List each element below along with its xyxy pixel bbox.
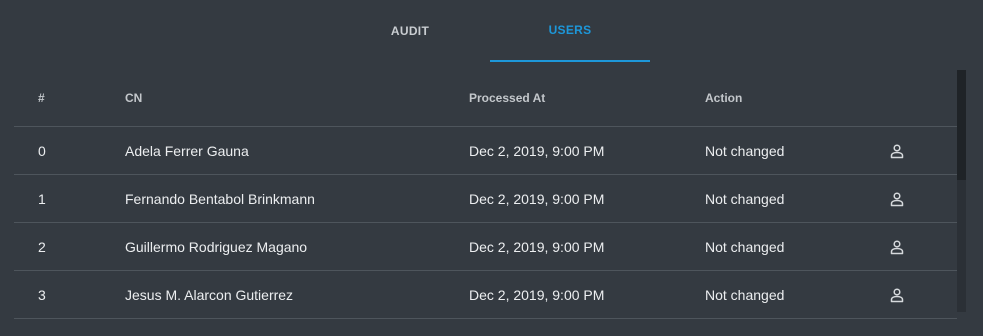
person-icon[interactable] (885, 139, 909, 163)
row-processed-at: Dec 2, 2019, 9:00 PM (469, 174, 705, 223)
tab-audit[interactable]: AUDIT (330, 0, 490, 62)
table-row[interactable]: 0 Adela Ferrer Gauna Dec 2, 2019, 9:00 P… (14, 126, 957, 175)
row-processed-at: Dec 2, 2019, 9:00 PM (469, 126, 705, 175)
row-index: 3 (14, 270, 125, 319)
users-table-container: # CN Processed At Action 0 Adela Ferrer … (14, 70, 957, 336)
column-header-icon (885, 70, 957, 127)
users-table: # CN Processed At Action 0 Adela Ferrer … (14, 70, 957, 319)
row-action: Not changed (705, 174, 885, 223)
vertical-scrollbar[interactable] (957, 70, 966, 312)
table-header-row: # CN Processed At Action (14, 70, 957, 127)
column-header-action[interactable]: Action (705, 70, 885, 127)
row-processed-at: Dec 2, 2019, 9:00 PM (469, 270, 705, 319)
column-header-index[interactable]: # (14, 70, 125, 127)
row-processed-at: Dec 2, 2019, 9:00 PM (469, 222, 705, 271)
person-icon[interactable] (885, 283, 909, 307)
tab-bar: AUDIT USERS (330, 0, 650, 62)
table-row[interactable]: 2 Guillermo Rodriguez Magano Dec 2, 2019… (14, 222, 957, 271)
tab-users[interactable]: USERS (490, 0, 650, 62)
row-icon-cell (885, 126, 957, 175)
row-action: Not changed (705, 270, 885, 319)
table-row[interactable]: 1 Fernando Bentabol Brinkmann Dec 2, 201… (14, 174, 957, 223)
row-cn: Fernando Bentabol Brinkmann (125, 174, 469, 223)
row-index: 0 (14, 126, 125, 175)
row-cn: Guillermo Rodriguez Magano (125, 222, 469, 271)
row-index: 2 (14, 222, 125, 271)
row-icon-cell (885, 174, 957, 223)
row-cn: Jesus M. Alarcon Gutierrez (125, 270, 469, 319)
column-header-cn[interactable]: CN (125, 70, 469, 127)
person-icon[interactable] (885, 187, 909, 211)
row-icon-cell (885, 270, 957, 319)
row-action: Not changed (705, 126, 885, 175)
person-icon[interactable] (885, 235, 909, 259)
row-action: Not changed (705, 222, 885, 271)
row-index: 1 (14, 174, 125, 223)
row-cn: Adela Ferrer Gauna (125, 126, 469, 175)
scrollbar-thumb[interactable] (957, 70, 966, 180)
row-icon-cell (885, 222, 957, 271)
table-row[interactable]: 3 Jesus M. Alarcon Gutierrez Dec 2, 2019… (14, 270, 957, 319)
column-header-processed-at[interactable]: Processed At (469, 70, 705, 127)
